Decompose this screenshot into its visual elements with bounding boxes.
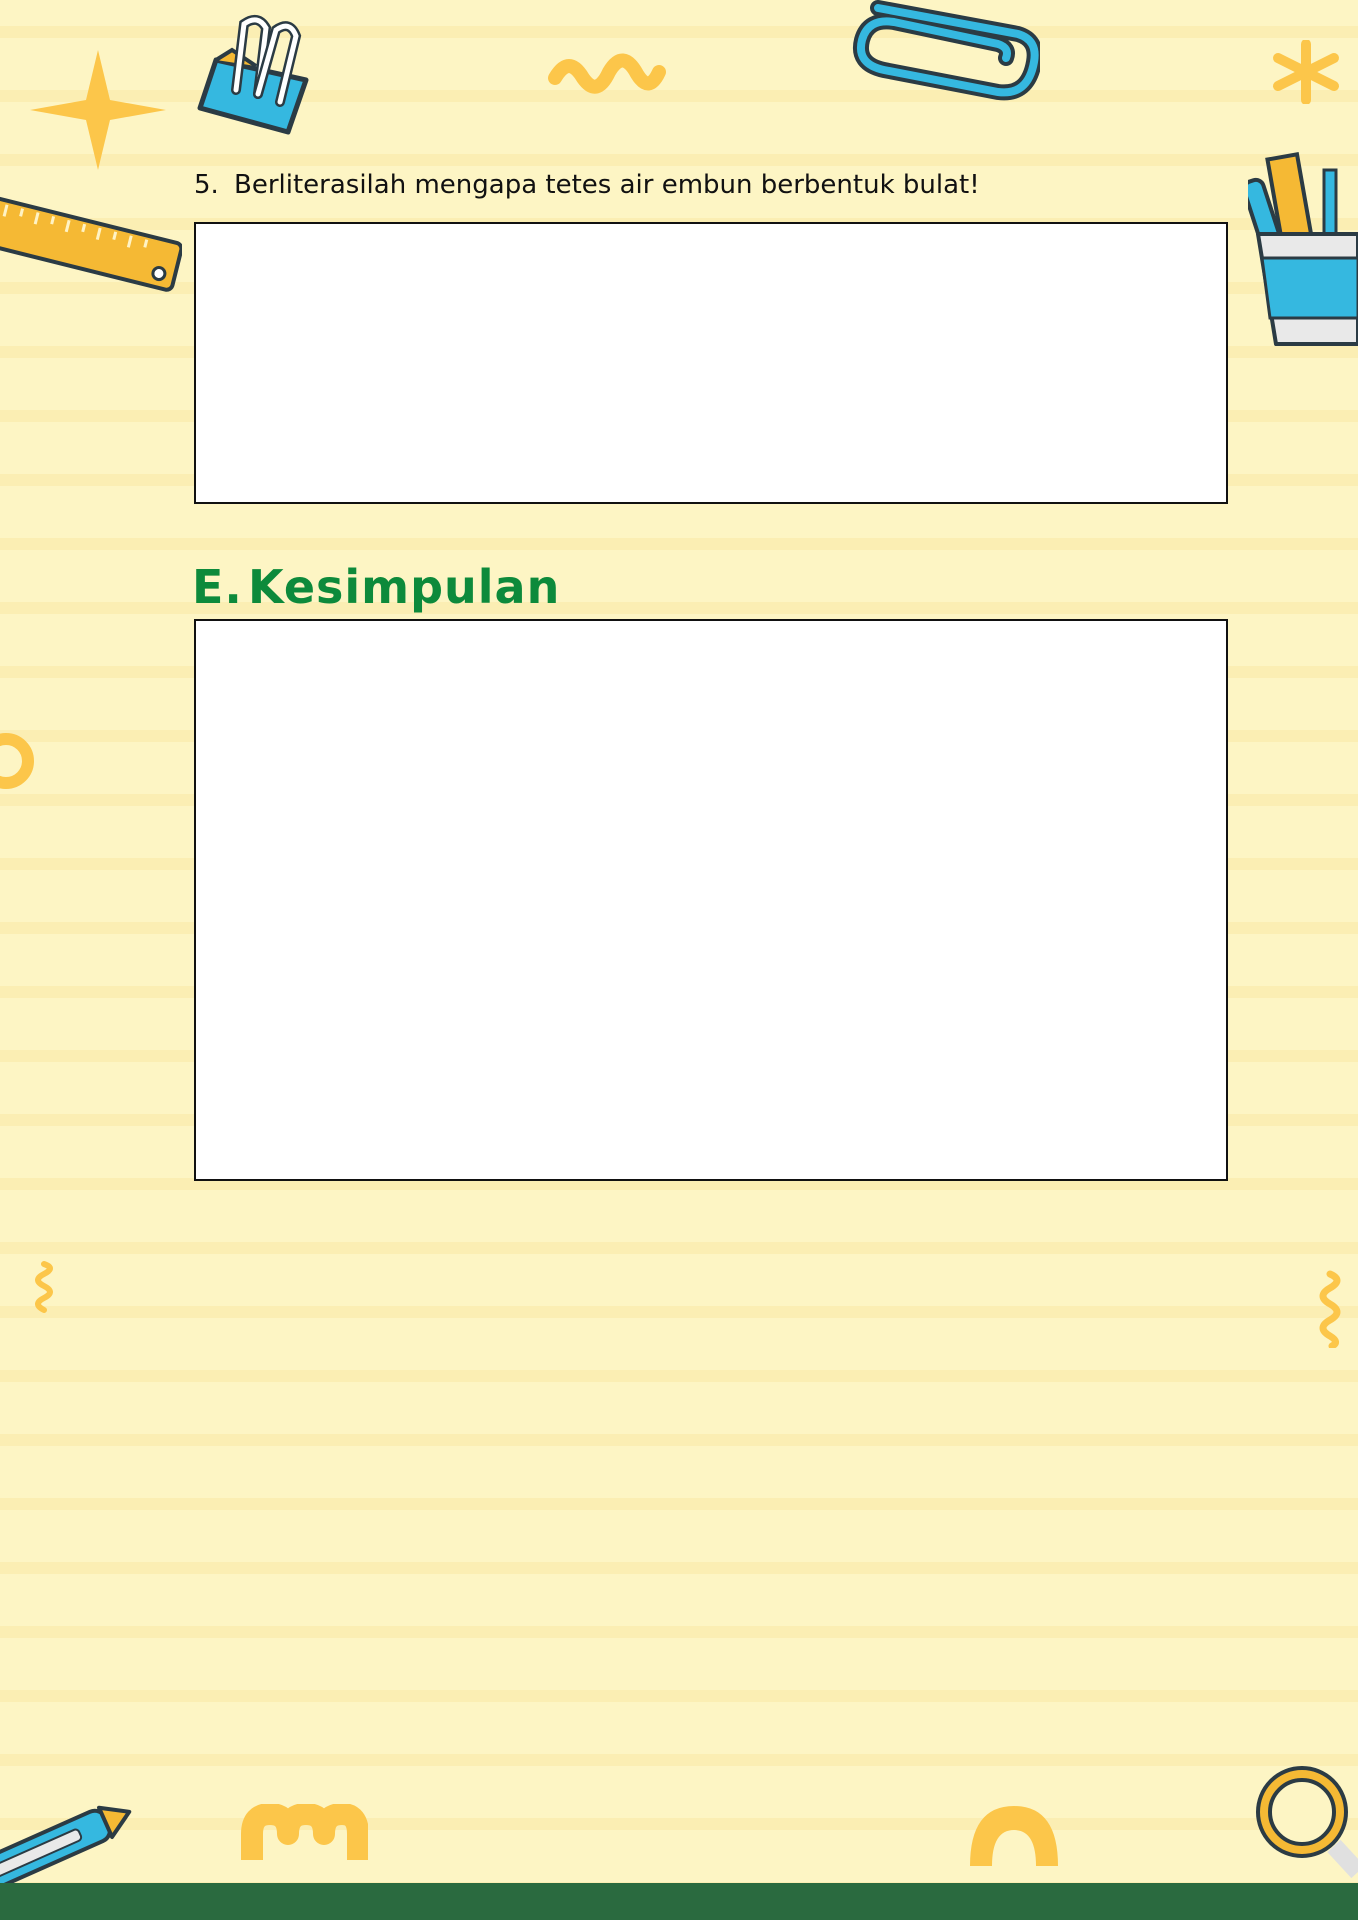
question-5: 5. Berliterasilah mengapa tetes air embun…: [194, 170, 980, 200]
paper-clip-icon: [853, 0, 1040, 101]
footer-bar: [0, 1883, 1358, 1920]
question-text: Berliterasilah mengapa tetes air embun b…: [234, 170, 980, 200]
star-icon: [30, 50, 166, 170]
section-title: Kesimpulan: [248, 560, 561, 614]
conclusion-box[interactable]: [194, 619, 1228, 1181]
pencil-icon: [0, 1805, 132, 1884]
section-letter: E.: [192, 560, 243, 614]
arch-icon: [970, 1806, 1058, 1866]
spiral-icon: [1319, 1270, 1341, 1348]
pencil-cup-icon: [1248, 152, 1358, 346]
asterisk-icon: [1273, 40, 1339, 104]
question-number: 5.: [194, 170, 219, 200]
wave-icon: [241, 1804, 368, 1860]
binder-clip-icon: [197, 14, 309, 135]
magnifier-icon: [1256, 1766, 1358, 1879]
section-heading: E. Kesimpulan: [192, 560, 560, 614]
ring-icon: [0, 733, 34, 789]
ruler-icon: [0, 195, 182, 292]
squiggle-icon: [548, 53, 666, 94]
answer-box-question-5[interactable]: [194, 222, 1228, 504]
spiral-icon: [35, 1261, 53, 1313]
